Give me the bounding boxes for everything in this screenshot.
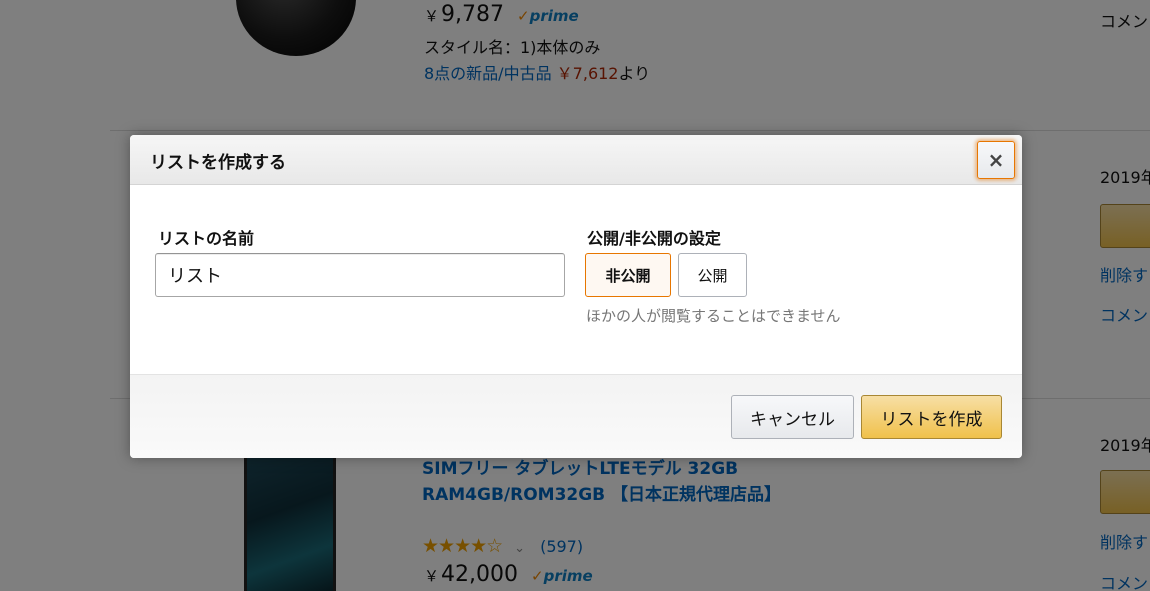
close-icon: × (987, 148, 1005, 172)
dialog-footer: キャンセル リストを作成 (130, 374, 1022, 458)
privacy-hint: ほかの人が閲覧することはできません (586, 307, 841, 325)
privacy-label: 公開/非公開の設定 (587, 229, 721, 248)
list-name-input[interactable] (155, 253, 565, 297)
cancel-button[interactable]: キャンセル (731, 395, 854, 439)
create-list-button[interactable]: リストを作成 (861, 395, 1002, 439)
dialog-body: リストの名前 公開/非公開の設定 非公開 公開 ほかの人が閲覧することはできませ… (130, 185, 1022, 374)
create-list-dialog: リストを作成する × リストの名前 公開/非公開の設定 非公開 公開 ほかの人が… (130, 135, 1022, 458)
close-button[interactable]: × (977, 141, 1015, 179)
private-option-button[interactable]: 非公開 (585, 253, 671, 297)
dialog-title: リストを作成する (150, 153, 286, 173)
public-option-button[interactable]: 公開 (678, 253, 747, 297)
list-name-label: リストの名前 (158, 229, 255, 248)
dialog-header: リストを作成する × (130, 135, 1022, 185)
